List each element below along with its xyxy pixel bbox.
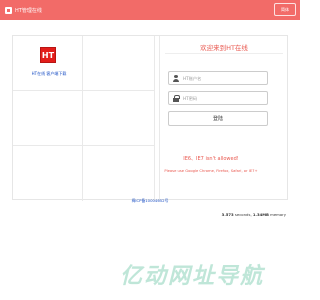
grid-cell	[13, 36, 83, 91]
top-bar: HT管理在线 简体	[0, 0, 300, 20]
password-field[interactable]	[168, 91, 268, 105]
ht-logo[interactable]: HT	[40, 47, 56, 63]
login-button[interactable]: 登陆	[168, 111, 268, 126]
render-stats: 3.573 seconds, 1.34MB memory	[221, 212, 286, 217]
watermark-char: 亿	[120, 264, 143, 289]
client-download-link[interactable]: HT在线 客户端下载	[21, 71, 77, 77]
memory-label: memory	[270, 212, 286, 217]
brand-grid: HT HT在线 客户端下载	[13, 36, 158, 201]
browser-warning-title: IE6、IE7 isn't allowed!	[183, 156, 239, 162]
grid-cell	[13, 146, 83, 201]
watermark-char: 址	[192, 264, 215, 289]
lock-icon	[173, 95, 180, 102]
password-input[interactable]	[183, 92, 265, 104]
brand[interactable]: HT管理在线	[5, 5, 42, 15]
watermark: 亿 动 网 址 导 航	[120, 264, 262, 290]
user-icon	[173, 75, 179, 82]
watermark-char: 导	[216, 264, 239, 289]
watermark-char: 动	[144, 264, 167, 289]
grid-cell	[83, 146, 155, 201]
brand-title: HT管理在线	[15, 7, 42, 14]
title-underline	[165, 53, 283, 54]
welcome-title: 欢迎来到HT在线	[200, 44, 248, 52]
seconds-value: 3.573	[221, 212, 234, 217]
watermark-char: 网	[168, 264, 191, 289]
grid-cell	[83, 36, 155, 91]
watermark-char: 航	[240, 264, 263, 289]
username-input[interactable]	[183, 72, 265, 84]
icp-link[interactable]: 闽ICP备10004652号	[118, 198, 182, 204]
grid-cell	[83, 91, 155, 146]
grid-cell	[13, 91, 83, 146]
memory-value: 1.34MB	[252, 212, 269, 217]
panel-divider	[159, 36, 160, 201]
username-field[interactable]	[168, 71, 268, 85]
home-icon	[5, 6, 12, 14]
browser-warning-message: Please use Google Chrome, Firefox, Safar…	[164, 169, 258, 173]
seconds-label: seconds	[234, 212, 251, 217]
language-selector[interactable]: 简体	[274, 3, 296, 16]
